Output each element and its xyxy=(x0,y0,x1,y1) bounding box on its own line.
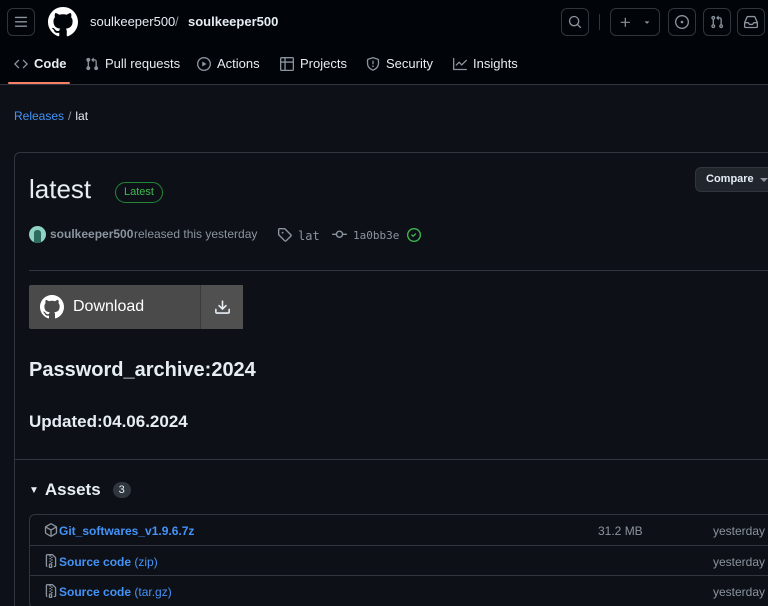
breadcrumb-separator: / xyxy=(175,14,179,29)
plus-icon xyxy=(620,17,630,27)
tab-actions-label: Actions xyxy=(217,56,260,71)
file-zip-icon xyxy=(44,554,58,571)
top-bar: soulkeeper500 / soulkeeper500 xyxy=(0,0,768,44)
list-item: Source code (zip) yesterday xyxy=(30,545,768,575)
tab-projects[interactable]: Projects xyxy=(280,56,347,71)
divider xyxy=(29,270,768,271)
active-tab-indicator xyxy=(8,82,70,84)
pull-request-icon[interactable] xyxy=(703,8,731,36)
issues-icon[interactable] xyxy=(668,8,696,36)
released-text: released this yesterday xyxy=(134,227,258,241)
download-icon[interactable] xyxy=(200,285,243,329)
check-circle-icon xyxy=(407,228,421,245)
search-icon[interactable] xyxy=(561,8,589,36)
releases-link[interactable]: Releases xyxy=(14,109,64,123)
shield-icon xyxy=(366,56,380,71)
tab-projects-label: Projects xyxy=(300,56,347,71)
assets-title: Assets xyxy=(44,480,101,499)
tab-security-label: Security xyxy=(386,56,433,71)
tab-code[interactable]: Code xyxy=(14,56,67,71)
tag-icon xyxy=(277,227,292,245)
asset-name: Source code xyxy=(59,555,132,569)
asset-name: Source code xyxy=(59,585,132,599)
github-logo-icon xyxy=(40,295,64,319)
table-icon xyxy=(280,56,294,71)
tab-insights-label: Insights xyxy=(473,56,518,71)
assets-count-badge: 3 xyxy=(112,482,131,498)
chevron-down-icon xyxy=(760,178,768,182)
breadcrumb: Releases / lat xyxy=(14,109,88,123)
owner-link[interactable]: soulkeeper500 xyxy=(90,14,175,29)
asset-suffix: (zip) xyxy=(131,555,158,569)
asset-link[interactable]: Source code (zip) xyxy=(59,555,158,569)
tab-insights[interactable]: Insights xyxy=(453,56,518,71)
file-zip-icon xyxy=(44,584,58,601)
commit-icon xyxy=(332,227,347,245)
create-new-button[interactable] xyxy=(610,8,660,36)
asset-link[interactable]: Source code (tar.gz) xyxy=(59,585,172,599)
tab-actions[interactable]: Actions xyxy=(197,56,260,71)
asset-suffix: (tar.gz) xyxy=(131,585,172,599)
breadcrumb-current: lat xyxy=(75,109,89,123)
github-logo-icon[interactable] xyxy=(47,7,78,40)
code-icon xyxy=(14,59,28,68)
assets-list: Git_softwares_v1.9.6.7z 31.2 MB yesterda… xyxy=(29,514,768,606)
download-main[interactable]: Download xyxy=(29,285,200,329)
tag-link[interactable]: lat xyxy=(298,229,320,243)
release-heading-password: Password_archive:2024 xyxy=(29,359,256,381)
list-item: Git_softwares_v1.9.6.7z 31.2 MB yesterda… xyxy=(30,515,768,545)
download-button[interactable]: Download xyxy=(29,285,243,329)
asset-size: 31.2 MB xyxy=(598,524,643,538)
hamburger-icon[interactable] xyxy=(7,8,35,36)
tab-code-label: Code xyxy=(34,56,67,71)
compare-button[interactable]: Compare xyxy=(695,167,768,192)
asset-date: yesterday xyxy=(713,524,766,538)
repo-link[interactable]: soulkeeper500 xyxy=(188,14,278,29)
inbox-icon[interactable] xyxy=(737,8,765,36)
graph-icon xyxy=(453,57,467,70)
asset-name: Git_softwares_v1.9.6.7z xyxy=(59,524,195,538)
download-label: Download xyxy=(73,298,145,315)
latest-badge: Latest xyxy=(115,182,163,203)
asset-date: yesterday xyxy=(713,585,766,599)
header-divider xyxy=(599,14,600,30)
assets-toggle[interactable]: ▼ Assets 3 xyxy=(29,480,131,500)
breadcrumb-sep: / xyxy=(68,109,72,123)
triangle-down-icon: ▼ xyxy=(29,484,39,496)
compare-label: Compare xyxy=(706,173,754,185)
list-item: Source code (tar.gz) yesterday xyxy=(30,575,768,605)
tab-security[interactable]: Security xyxy=(366,56,433,71)
chevron-down-icon xyxy=(644,21,650,24)
commit-link[interactable]: 1a0bb3e xyxy=(353,229,399,242)
divider xyxy=(15,459,768,460)
release-heading-updated: Updated:04.06.2024 xyxy=(29,412,188,431)
package-icon xyxy=(44,523,58,540)
avatar[interactable] xyxy=(29,226,46,243)
tab-pull-requests-label: Pull requests xyxy=(105,56,181,71)
tab-pull-requests[interactable]: Pull requests xyxy=(85,56,180,71)
play-icon xyxy=(197,56,211,71)
asset-date: yesterday xyxy=(713,555,766,569)
pull-request-icon xyxy=(86,57,99,70)
asset-link[interactable]: Git_softwares_v1.9.6.7z xyxy=(59,524,194,538)
release-title[interactable]: latest xyxy=(29,174,91,205)
author-link[interactable]: soulkeeper500 xyxy=(50,227,133,241)
